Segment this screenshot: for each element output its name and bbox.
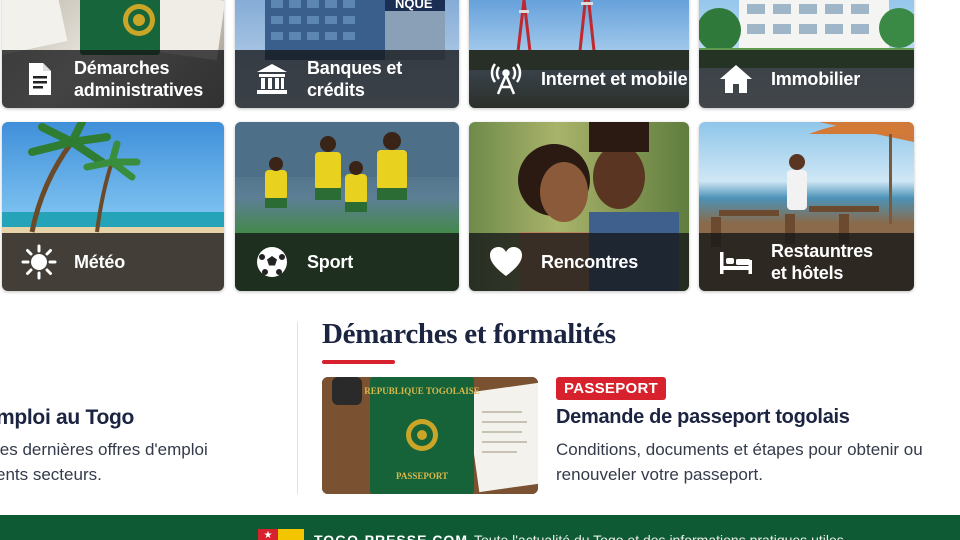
tile-caption-bar: Rencontres [469,233,689,291]
tile-label: Internet et mobile [541,69,688,89]
sun-icon [18,241,60,283]
tile-restaurants-hotels[interactable]: Restauntres et hôtels [699,122,914,291]
document-icon [18,58,60,100]
tile-label: Météo [74,252,126,272]
category-badge[interactable]: PASSEPORT [556,377,667,400]
house-icon [715,58,757,100]
antenna-icon [485,58,527,100]
passport-cover-title: REPUBLIQUE TOGOLAISE [364,386,479,396]
article-image-passport[interactable]: REPUBLIQUE TOGOLAISE PASSEPORT [322,377,538,494]
tile-caption-bar: Démarches administratives [2,50,224,108]
tile-caption-bar: Météo [2,233,224,291]
tile-sport[interactable]: Sport [235,122,459,291]
tile-label: Restauntres et hôtels [771,241,873,283]
footer: ★ TOGO-PRESSE.COM Toute l'actualité du T… [0,515,960,540]
heart-icon [485,241,527,283]
passport-cover-label: PASSEPORT [396,471,448,481]
tile-caption-bar: Restauntres et hôtels [699,233,914,291]
column-divider [297,322,298,494]
tile-demarches-administratives[interactable]: Démarches administratives [2,0,224,108]
article-title[interactable]: Demande de passeport togolais [556,406,850,429]
togo-flag-logo: ★ [258,529,304,540]
tile-label: Immobilier [771,69,861,89]
bed-icon [715,241,757,283]
tile-label: Rencontres [541,252,639,272]
tile-rencontres[interactable]: Rencontres [469,122,689,291]
article-desc: Conditions, documents et étapes pour obt… [556,440,923,484]
footer-brand[interactable]: TOGO-PRESSE.COM [314,532,468,540]
tile-banques-credits[interactable]: NQUE Banques et crédits [235,0,459,108]
tile-label: Démarches administratives [74,58,204,100]
tile-caption-bar: Banques et crédits [235,50,459,108]
tile-caption-bar: Sport [235,233,459,291]
bank-sign-text: NQUE [395,0,433,11]
bank-icon [251,58,293,100]
left-article-desc: les dernières offres d'emploi ents secte… [0,440,208,484]
star-icon: ★ [258,529,278,540]
tile-immobilier[interactable]: Immobilier [699,0,914,108]
page: { "categories": [ {"label_lines": ["Déma… [0,0,960,540]
section-title-underline [322,360,395,364]
left-article-title[interactable]: mploi au Togo [0,406,134,430]
soccer-ball-icon [251,241,293,283]
tile-meteo[interactable]: Météo [2,122,224,291]
tile-label: Banques et crédits [307,58,403,100]
section-title: Démarches et formalités [322,318,616,350]
footer-tagline: Toute l'actualité du Togo et des informa… [474,532,844,540]
tile-caption-bar: Immobilier [699,50,914,108]
tile-internet-mobile[interactable]: Internet et mobile [469,0,689,108]
tile-caption-bar: Internet et mobile [469,50,689,108]
tile-label: Sport [307,252,353,272]
